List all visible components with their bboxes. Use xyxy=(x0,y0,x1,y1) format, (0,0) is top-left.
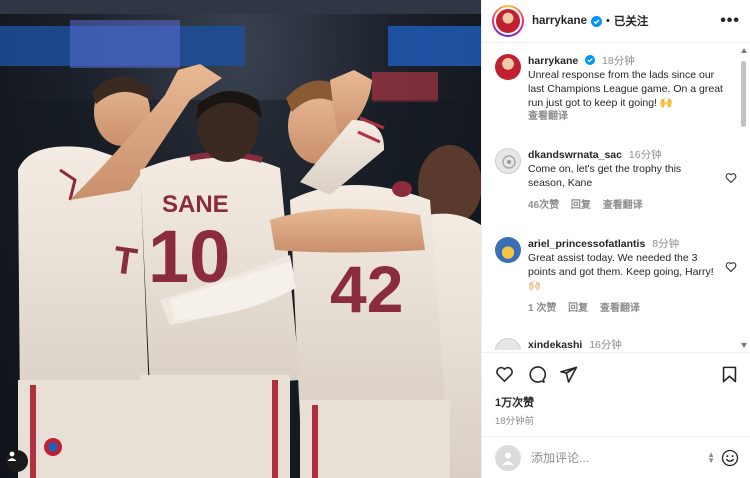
scroll-down-icon[interactable] xyxy=(740,343,747,348)
post-header: harrykane • 已关注 ••• xyxy=(482,0,750,43)
commenter-avatar[interactable] xyxy=(495,237,521,263)
comment-time: 16分钟 xyxy=(628,149,662,161)
caption-translate: 查看翻译 xyxy=(528,110,731,124)
author-username[interactable]: harrykane xyxy=(532,15,587,27)
resize-updown-icon: ▲ ▼ xyxy=(707,449,715,465)
see-translation-link[interactable]: 查看翻译 xyxy=(528,111,568,122)
like-comment-heart-icon[interactable] xyxy=(725,172,737,184)
post-timestamp: 18分钟前 xyxy=(495,416,535,427)
comment-time: 8分钟 xyxy=(652,238,680,250)
add-comment-bar: ▲▼ xyxy=(482,436,750,478)
like-heart-icon[interactable] xyxy=(495,365,514,384)
comment-item: xindekashi 16分钟 xyxy=(495,338,737,350)
jersey-number-right: 42 xyxy=(330,252,403,326)
save-bookmark-icon[interactable] xyxy=(720,365,739,384)
more-options-icon[interactable]: ••• xyxy=(720,12,740,30)
caption-username[interactable]: harrykane xyxy=(528,55,578,67)
share-send-icon[interactable] xyxy=(559,365,578,384)
comment-username[interactable]: ariel_princessofatlantis xyxy=(528,238,645,250)
comment-input[interactable] xyxy=(531,450,708,465)
reply-button[interactable]: 回复 xyxy=(571,200,591,211)
see-translation-link[interactable]: 查看翻译 xyxy=(603,200,643,211)
author-avatar[interactable] xyxy=(492,5,524,37)
post-photo[interactable]: T SANE 10 42 xyxy=(0,0,481,478)
comment-bubble-icon[interactable] xyxy=(527,365,546,384)
post-details-panel: harrykane • 已关注 ••• harrykane 18分钟 Unrea… xyxy=(481,0,750,478)
comment-text: Come on, let's get the trophy this seaso… xyxy=(528,163,682,189)
caption: harrykane 18分钟 Unreal response from the … xyxy=(495,54,737,124)
commenter-avatar[interactable] xyxy=(495,338,521,350)
reply-button[interactable]: 回复 xyxy=(568,303,588,314)
verified-badge-icon xyxy=(590,15,602,27)
comment-username[interactable]: xindekashi xyxy=(528,339,582,350)
comment-likes-count[interactable]: 1 次赞 xyxy=(528,303,556,314)
comment-actions: 1 次赞 回复 查看翻译 xyxy=(528,302,715,316)
photo-scene: T SANE 10 42 xyxy=(0,0,481,478)
scroll-thumb[interactable] xyxy=(741,61,746,127)
caption-avatar[interactable] xyxy=(495,54,521,80)
like-comment-heart-icon[interactable] xyxy=(725,261,737,273)
emoji-icon[interactable] xyxy=(721,449,739,467)
current-user-avatar xyxy=(495,444,521,471)
post-actions: 1万次赞 18分钟前 xyxy=(482,352,750,427)
comment-text: Great assist today. We needed the 3 poin… xyxy=(528,252,714,292)
separator-dot: • xyxy=(605,15,610,27)
see-translation-link[interactable]: 查看翻译 xyxy=(600,303,640,314)
comment-likes-count[interactable]: 46次赞 xyxy=(528,200,559,211)
caption-text: Unreal response from the lads since our … xyxy=(528,69,723,109)
comments-scrollbar[interactable] xyxy=(740,48,747,348)
following-button[interactable]: 已关注 xyxy=(614,13,649,29)
tagged-user-icon[interactable] xyxy=(6,450,28,472)
comment-actions: 46次赞 回复 查看翻译 xyxy=(528,199,715,213)
verified-badge-icon xyxy=(585,55,596,65)
comments-list[interactable]: harrykane 18分钟 Unreal response from the … xyxy=(482,44,750,350)
caption-time: 18分钟 xyxy=(602,55,635,67)
commenter-avatar[interactable] xyxy=(495,148,521,174)
scroll-up-icon[interactable] xyxy=(740,48,747,53)
comment-item: ariel_princessofatlantis 8分钟 Great assis… xyxy=(495,237,737,316)
comment-time: 16分钟 xyxy=(589,339,622,350)
comment-item: dkandswrnata_sac 16分钟 Come on, let's get… xyxy=(495,148,737,213)
jersey-name: SANE xyxy=(162,191,229,218)
likes-count[interactable]: 1万次赞 xyxy=(495,394,739,410)
comment-username[interactable]: dkandswrnata_sac xyxy=(528,149,622,161)
